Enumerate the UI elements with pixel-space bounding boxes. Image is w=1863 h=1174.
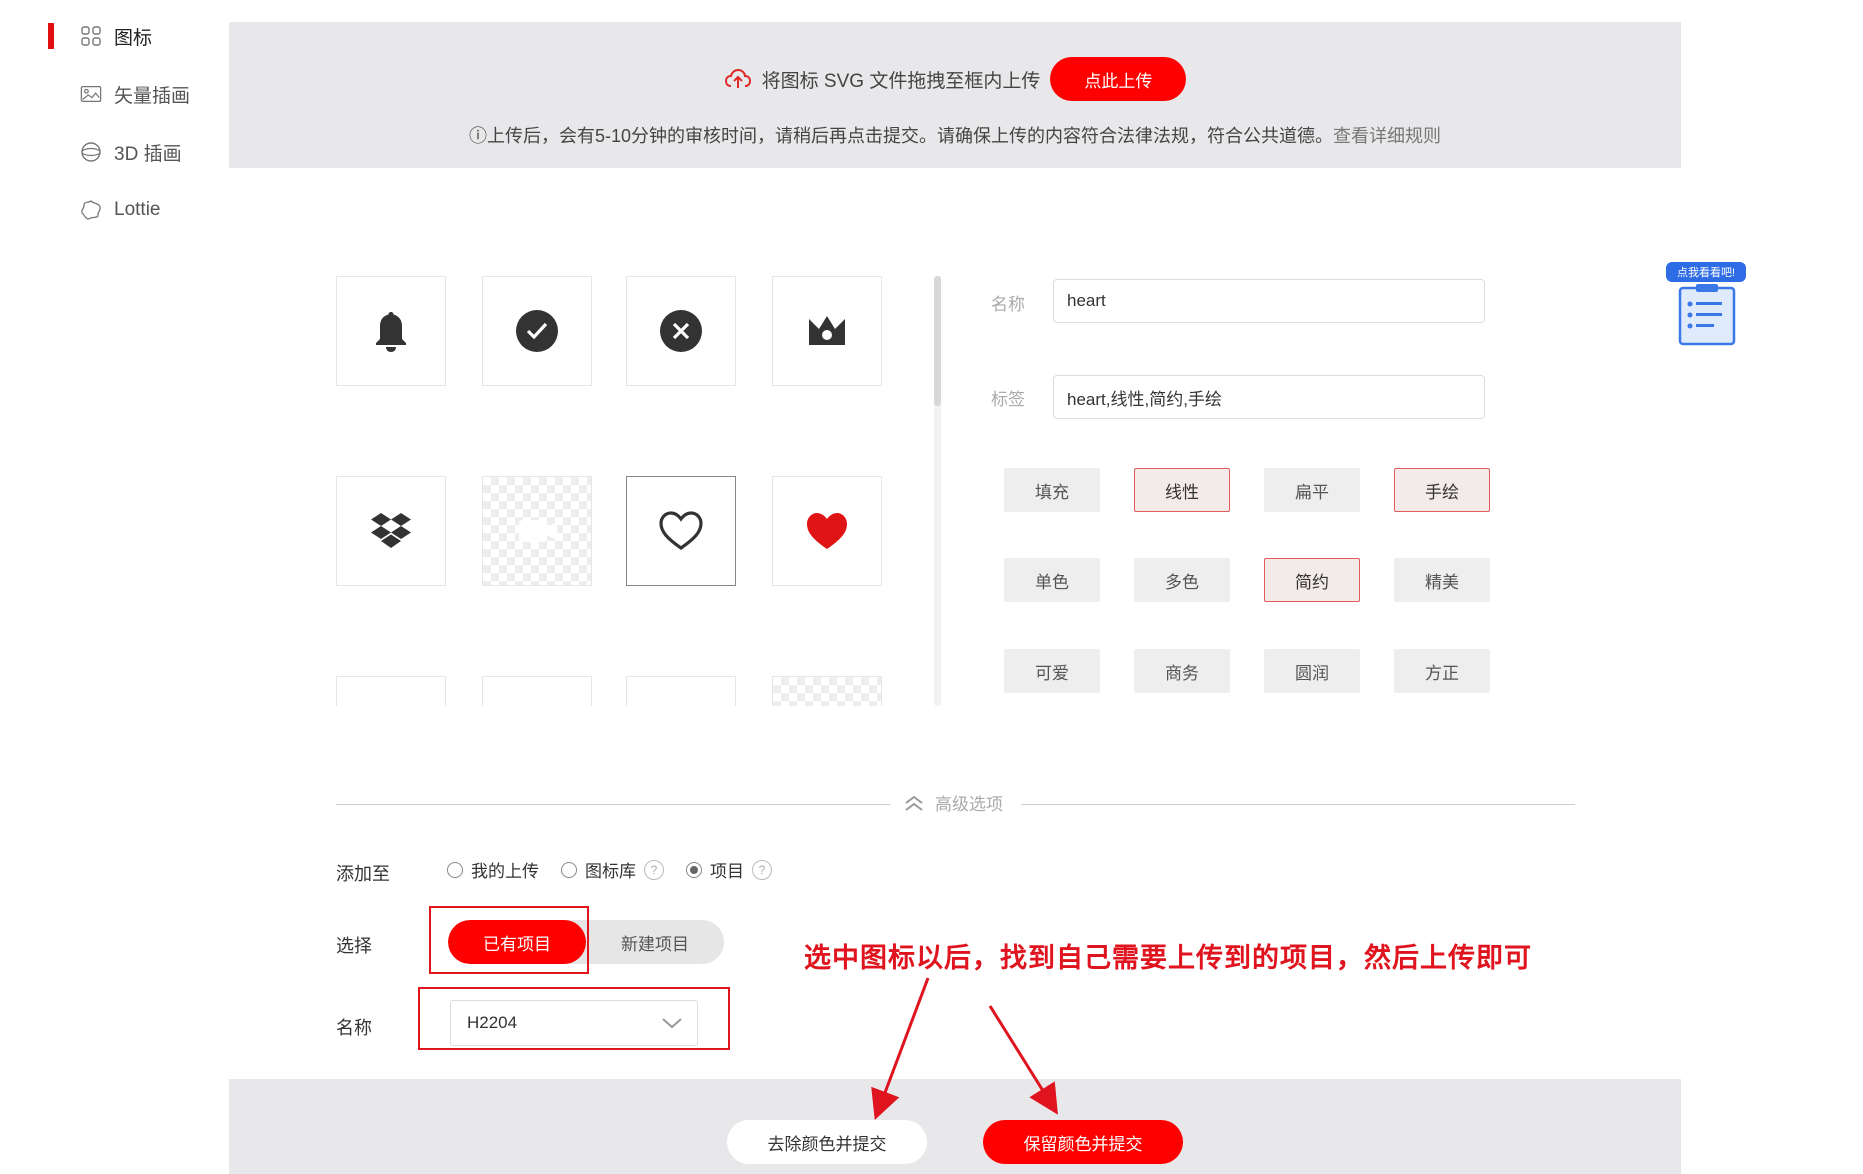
add-to-radio-group: 我的上传 图标库 ? 项目 ? — [447, 857, 782, 882]
upload-button[interactable]: 点此上传 — [1050, 57, 1187, 101]
help-icon[interactable]: ? — [752, 859, 772, 880]
icon-tile-partial[interactable] — [772, 676, 882, 706]
sidebar-item-lottie[interactable]: Lottie — [80, 190, 160, 230]
upload-dropzone[interactable]: 将图标 SVG 文件拖拽至框内上传 点此上传 ⓘ上传后，会有5-10分钟的审核时… — [229, 22, 1681, 168]
sidebar-item-icons[interactable]: 图标 — [80, 16, 152, 56]
icon-tile-heart-outline[interactable] — [626, 476, 736, 586]
notice-text: ⓘ上传后，会有5-10分钟的审核时间，请稍后再点击提交。请确保上传的内容符合法律… — [468, 126, 1334, 146]
radio-circle-checked — [686, 861, 702, 878]
footer-bar — [229, 1079, 1681, 1174]
advanced-label: 高级选项 — [935, 795, 1003, 814]
tag-chip[interactable]: 多色 — [1134, 558, 1230, 602]
tag-chip[interactable]: 手绘 — [1394, 468, 1490, 512]
divider-left — [336, 804, 890, 805]
radio-circle — [561, 861, 577, 878]
icon-tile-crown[interactable] — [772, 276, 882, 386]
advanced-toggle[interactable]: 高级选项 — [903, 790, 1003, 815]
close-circle-icon — [660, 310, 702, 352]
check-circle-icon — [516, 310, 558, 352]
icon-tile-dropbox[interactable] — [336, 476, 446, 586]
main-panel: 将图标 SVG 文件拖拽至框内上传 点此上传 ⓘ上传后，会有5-10分钟的审核时… — [229, 22, 1681, 1174]
sidebar-item-label: 3D 插画 — [114, 143, 182, 165]
icon-tile-placeholder[interactable] — [482, 476, 592, 586]
heart-filled-icon — [807, 513, 847, 549]
remove-color-submit-button[interactable]: 去除颜色并提交 — [727, 1120, 927, 1164]
icon-tile-partial[interactable] — [626, 676, 736, 706]
radio-project[interactable]: 项目 ? — [686, 857, 772, 882]
tag-chip[interactable]: 单色 — [1004, 558, 1100, 602]
bell-icon — [376, 312, 406, 352]
icon-tile-close[interactable] — [626, 276, 736, 386]
radio-my-uploads[interactable]: 我的上传 — [447, 857, 539, 882]
tag-chip[interactable]: 商务 — [1134, 649, 1230, 693]
tag-chip[interactable]: 圆润 — [1264, 649, 1360, 693]
cloud-upload-icon — [724, 68, 751, 88]
icon-tile-bell[interactable] — [336, 276, 446, 386]
float-badge: 点我看看吧! — [1666, 262, 1746, 282]
new-project-button[interactable]: 新建项目 — [586, 920, 724, 964]
grid-scrollbar[interactable] — [934, 276, 941, 706]
annotation-text: 选中图标以后，找到自己需要上传到的项目，然后上传即可 — [804, 943, 1532, 973]
radio-label: 图标库 — [585, 862, 636, 881]
upload-row: 将图标 SVG 文件拖拽至框内上传 点此上传 — [229, 57, 1681, 101]
sidebar-item-label: 图标 — [114, 27, 153, 49]
tag-chip[interactable]: 线性 — [1134, 468, 1230, 512]
heart-outline-icon — [659, 511, 703, 550]
active-indicator — [48, 23, 54, 49]
tag-chip[interactable]: 简约 — [1264, 558, 1360, 602]
tag-chip[interactable]: 方正 — [1394, 649, 1490, 693]
icon-tile-heart-filled[interactable] — [772, 476, 882, 586]
tag-chip[interactable]: 填充 — [1004, 468, 1100, 512]
name-input[interactable] — [1053, 279, 1485, 323]
divider-right — [1021, 804, 1575, 805]
icon-tile-check[interactable] — [482, 276, 592, 386]
sidebar-item-label: Lottie — [114, 199, 161, 220]
tag-chip[interactable]: 可爱 — [1004, 649, 1100, 693]
clipboard-icon — [1678, 284, 1736, 346]
radio-icon-library[interactable]: 图标库 ? — [561, 857, 664, 882]
scroll-thumb[interactable] — [934, 276, 941, 406]
upload-hint: 将图标 SVG 文件拖拽至框内上传 — [761, 70, 1041, 92]
annotation-box-select — [418, 987, 730, 1050]
image-icon — [80, 86, 102, 102]
floating-help-widget[interactable]: 点我看看吧! — [1666, 262, 1748, 352]
dropbox-icon — [371, 513, 411, 548]
sphere-icon — [81, 142, 101, 162]
icon-tile-partial[interactable] — [336, 676, 446, 706]
tags-label: 标签 — [991, 390, 1025, 409]
select-label: 选择 — [336, 936, 372, 956]
placeholder-icon — [519, 520, 557, 542]
add-to-label: 添加至 — [336, 864, 390, 884]
keep-color-submit-button[interactable]: 保留颜色并提交 — [983, 1120, 1183, 1164]
radio-circle — [447, 861, 463, 878]
name-label: 名称 — [991, 295, 1025, 314]
icon-grid — [336, 276, 886, 706]
radio-label: 我的上传 — [471, 862, 539, 881]
annotation-box-existing — [429, 906, 589, 974]
tags-input[interactable] — [1053, 375, 1485, 419]
sidebar-item-vector[interactable]: 矢量插画 — [80, 74, 190, 114]
rules-link[interactable]: 查看详细规则 — [1333, 126, 1441, 146]
chevron-up-double-icon — [905, 795, 923, 811]
tag-chip[interactable]: 精美 — [1394, 558, 1490, 602]
lottie-icon — [81, 200, 101, 220]
sidebar-item-label: 矢量插画 — [114, 85, 191, 107]
sidebar: 图标 矢量插画 3D 插画 Lottie — [0, 0, 229, 1174]
icon-tile-partial[interactable] — [482, 676, 592, 706]
tag-chip[interactable]: 扁平 — [1264, 468, 1360, 512]
upload-notice: ⓘ上传后，会有5-10分钟的审核时间，请稍后再点击提交。请确保上传的内容符合法律… — [229, 122, 1681, 148]
help-icon[interactable]: ? — [644, 859, 664, 880]
radio-label: 项目 — [710, 862, 744, 881]
grid-icon — [81, 26, 101, 46]
crown-icon — [809, 316, 845, 345]
sidebar-item-3d[interactable]: 3D 插画 — [80, 132, 182, 172]
project-name-label: 名称 — [336, 1018, 372, 1038]
